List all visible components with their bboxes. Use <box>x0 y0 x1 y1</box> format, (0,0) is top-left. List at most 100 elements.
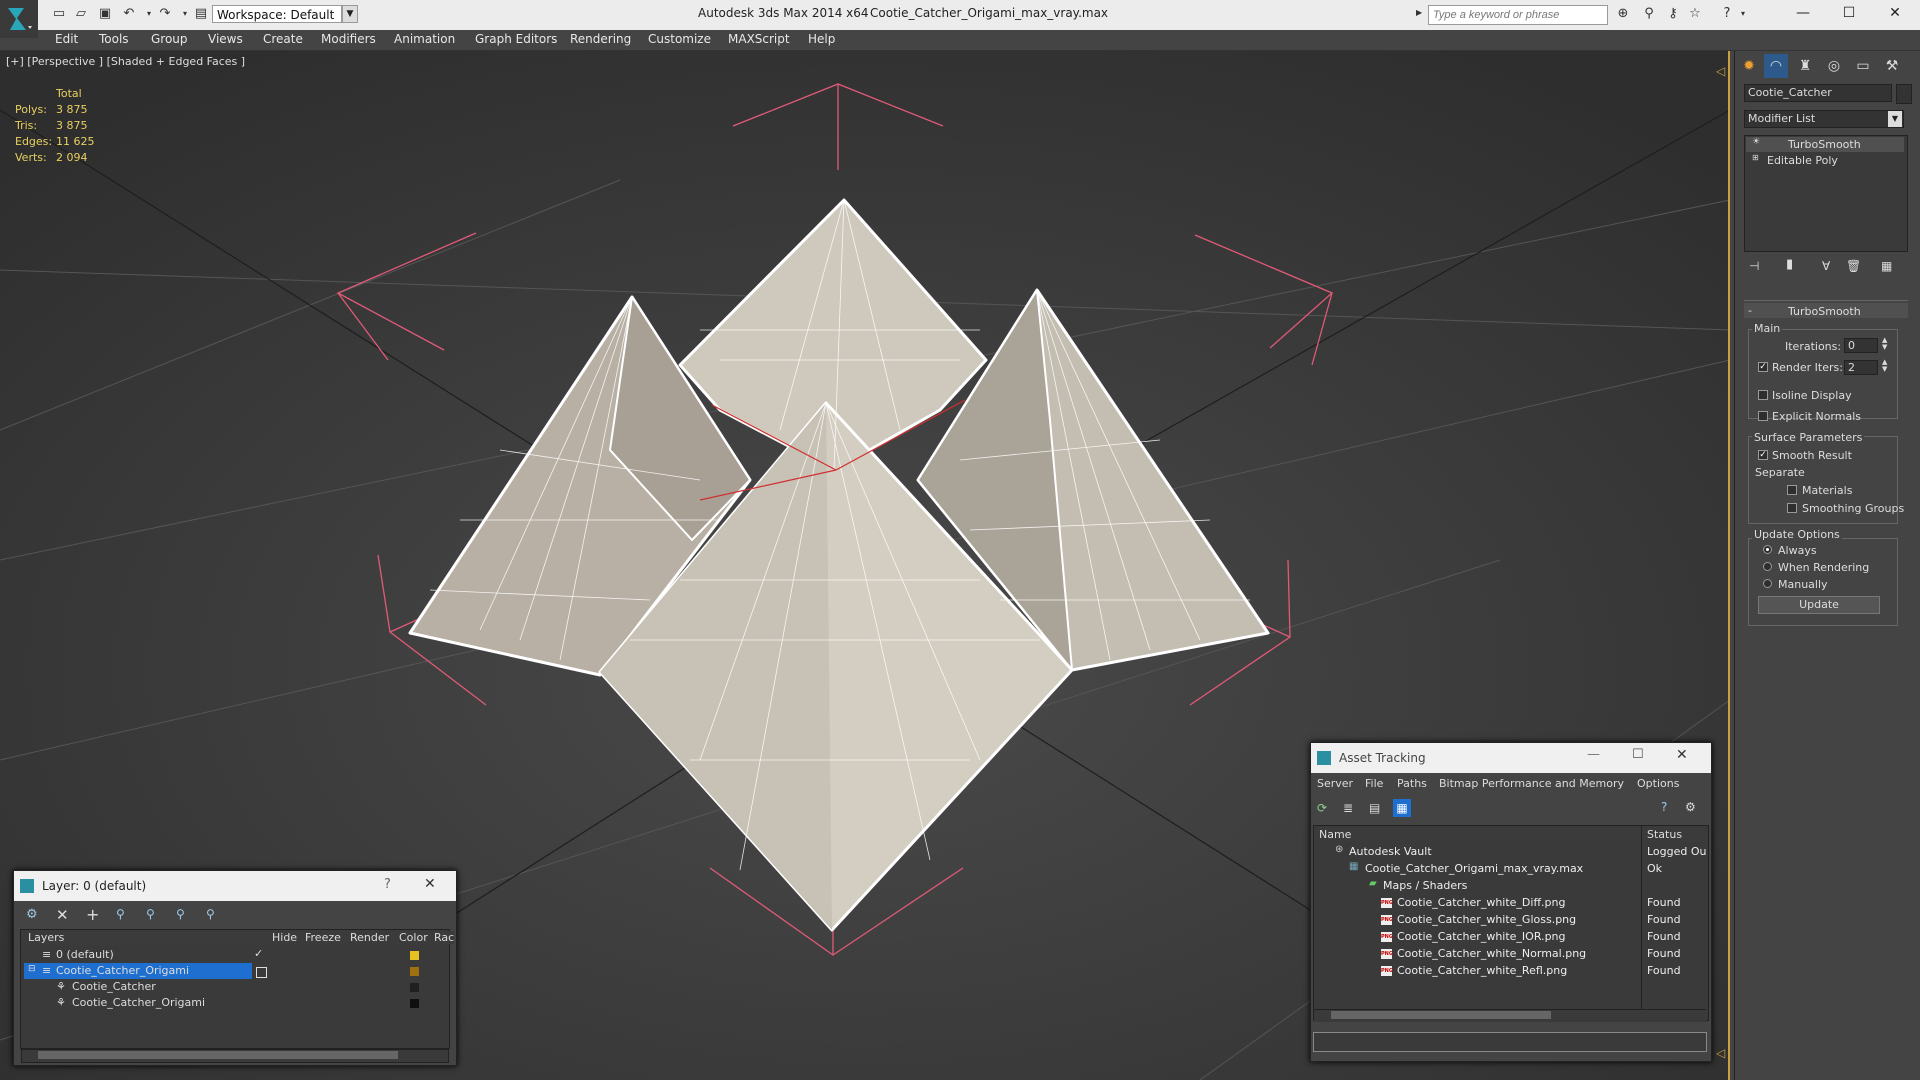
iterations-spinner[interactable]: 0 <box>1844 338 1878 353</box>
new-file-icon[interactable]: ▭ <box>50 6 68 22</box>
active-layer-box[interactable] <box>256 967 267 978</box>
asset-path-field[interactable] <box>1313 1032 1707 1052</box>
highlight-layer-icon[interactable]: ⚲ <box>146 907 155 921</box>
subscription-icon[interactable]: ⚲ <box>1640 6 1658 22</box>
project-folder-icon[interactable]: ▤ <box>192 6 210 22</box>
manually-radio[interactable] <box>1763 579 1772 588</box>
when-rendering-radio[interactable] <box>1763 562 1772 571</box>
show-end-result-icon[interactable]: ▮ <box>1786 257 1793 272</box>
scrollbar-thumb[interactable] <box>38 1051 398 1059</box>
layer-color-swatch[interactable] <box>410 951 419 960</box>
binoculars-icon[interactable]: ⊕ <box>1614 6 1632 22</box>
communication-center-icon[interactable]: ⚷ <box>1664 6 1682 22</box>
materials-checkbox[interactable] <box>1787 485 1797 495</box>
always-radio[interactable] <box>1763 545 1772 554</box>
display-tab-icon[interactable]: ▭ <box>1851 54 1875 78</box>
isoline-display-checkbox[interactable] <box>1758 390 1768 400</box>
layer-color-swatch[interactable] <box>410 999 419 1008</box>
spinner-arrows-icon[interactable]: ▲ ▼ <box>1882 337 1887 351</box>
column-header[interactable]: Layers <box>28 931 65 944</box>
menu-maxscript[interactable]: MAXScript <box>728 32 790 46</box>
favorites-star-icon[interactable]: ☆ <box>1686 6 1704 22</box>
expand-plus-icon[interactable]: ⊞ <box>1752 153 1759 162</box>
minimize-button[interactable]: — <box>1587 747 1600 762</box>
table-view-icon[interactable]: ▦ <box>1393 799 1411 817</box>
make-unique-icon[interactable]: ∀ <box>1822 259 1830 273</box>
object-name-field[interactable]: Cootie_Catcher <box>1744 84 1892 102</box>
update-button[interactable]: Update <box>1758 596 1880 614</box>
app-logo-icon[interactable] <box>0 0 38 38</box>
object-color-swatch[interactable] <box>1896 84 1912 104</box>
layer-color-swatch[interactable] <box>410 983 419 992</box>
create-tab-icon[interactable]: ✹ <box>1737 54 1761 78</box>
menu-tools[interactable]: Tools <box>99 32 129 46</box>
viewport-scroll-down-icon[interactable]: ◁ <box>1716 1046 1725 1060</box>
menu-bitmap-performance[interactable]: Bitmap Performance and Memory <box>1439 777 1624 790</box>
utilities-tab-icon[interactable]: ⚒ <box>1880 54 1904 78</box>
close-button[interactable]: ✕ <box>1676 747 1688 763</box>
open-file-icon[interactable]: ▱ <box>72 6 90 22</box>
modifier-list-dropdown[interactable]: Modifier List <box>1744 110 1904 128</box>
menu-server[interactable]: Server <box>1317 777 1353 790</box>
render-iters-spinner[interactable]: 2 <box>1844 360 1878 375</box>
undo-icon[interactable]: ↶ <box>120 6 138 22</box>
layer-color-swatch[interactable] <box>410 967 419 976</box>
explicit-normals-checkbox[interactable] <box>1758 411 1768 421</box>
column-header[interactable]: Name <box>1319 828 1352 841</box>
column-header[interactable]: Render <box>350 931 390 944</box>
delete-layer-icon[interactable]: ✕ <box>56 906 69 924</box>
object-name[interactable]: Cootie_Catcher_Origami <box>72 996 205 1012</box>
hierarchy-tab-icon[interactable]: ♜ <box>1793 54 1817 78</box>
hide-layers-icon[interactable]: ⚲ <box>176 907 185 921</box>
column-header[interactable]: Color <box>399 931 428 944</box>
spinner-arrows-icon[interactable]: ▲ ▼ <box>1882 359 1887 373</box>
refresh-icon[interactable]: ⟳ <box>1317 801 1327 815</box>
smooth-result-checkbox[interactable]: ✓ <box>1758 450 1768 460</box>
column-header[interactable]: Hide <box>272 931 298 944</box>
menu-rendering[interactable]: Rendering <box>570 32 631 46</box>
lightbulb-icon[interactable]: ☀ <box>1752 137 1760 147</box>
column-header[interactable]: Status <box>1647 828 1683 841</box>
viewport-label[interactable]: [+] [Perspective ] [Shaded + Edged Faces… <box>6 55 245 68</box>
help-button[interactable]: ? <box>384 877 391 892</box>
menu-create[interactable]: Create <box>263 32 303 46</box>
maximize-button[interactable]: ☐ <box>1826 0 1872 28</box>
search-input[interactable] <box>1428 5 1608 25</box>
column-header[interactable]: Freeze <box>305 931 341 944</box>
asset-name[interactable]: Maps / Shaders <box>1383 879 1771 896</box>
menu-graph-editors[interactable]: Graph Editors <box>475 32 557 46</box>
menu-edit[interactable]: Edit <box>55 32 78 46</box>
search-expand-icon[interactable]: ▶ <box>1416 8 1424 20</box>
menu-views[interactable]: Views <box>208 32 243 46</box>
menu-file[interactable]: File <box>1365 777 1383 790</box>
smoothing-groups-checkbox[interactable] <box>1787 503 1797 513</box>
menu-modifiers[interactable]: Modifiers <box>321 32 376 46</box>
menu-group[interactable]: Group <box>151 32 188 46</box>
menu-animation[interactable]: Animation <box>394 32 455 46</box>
column-header[interactable]: Rac <box>434 931 455 944</box>
active-layer-check-icon[interactable]: ✓ <box>254 947 263 963</box>
help-dropdown-icon[interactable]: ▾ <box>1734 6 1752 22</box>
menu-paths[interactable]: Paths <box>1397 777 1427 790</box>
select-objects-icon[interactable]: ⚲ <box>116 907 125 921</box>
pin-stack-icon[interactable]: ⊣ <box>1749 259 1759 273</box>
close-button[interactable]: ✕ <box>1872 0 1918 28</box>
redo-icon[interactable]: ↷ <box>156 6 174 22</box>
workspace-dropdown[interactable]: Workspace: Default <box>212 5 342 23</box>
help-icon[interactable]: ? <box>1661 800 1667 814</box>
menu-options[interactable]: Options <box>1637 777 1679 790</box>
list-view-icon[interactable]: ≣ <box>1343 801 1353 815</box>
modify-tab-icon[interactable]: ◠ <box>1764 54 1788 78</box>
close-button[interactable]: ✕ <box>424 876 436 892</box>
add-to-layer-icon[interactable]: + <box>86 905 99 924</box>
scrollbar-thumb[interactable] <box>1331 1011 1551 1019</box>
render-iters-checkbox[interactable]: ✓ <box>1758 362 1768 372</box>
minimize-button[interactable]: — <box>1780 0 1826 28</box>
motion-tab-icon[interactable]: ◎ <box>1822 54 1846 78</box>
maximize-button[interactable]: ☐ <box>1632 747 1644 762</box>
chevron-down-icon[interactable]: ▼ <box>1888 111 1902 127</box>
chevron-down-icon[interactable]: ▼ <box>342 5 358 23</box>
configure-sets-icon[interactable]: ▦ <box>1881 259 1892 273</box>
modifier-stack-item[interactable]: Editable Poly <box>1767 154 1838 167</box>
new-layer-icon[interactable]: ⚙ <box>26 907 38 922</box>
